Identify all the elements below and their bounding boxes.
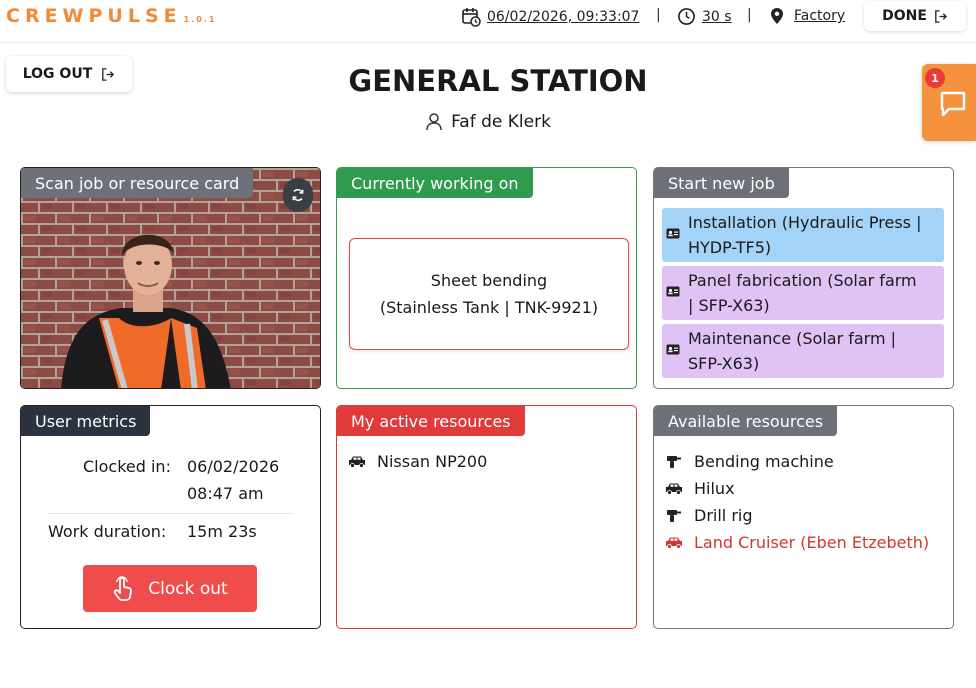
clock-out-button[interactable]: Clock out xyxy=(83,565,257,612)
job-item[interactable]: Panel fabrication (Solar farm | SFP-X63) xyxy=(662,266,944,320)
chat-bubble-icon xyxy=(940,91,966,117)
user-name: Faf de Klerk xyxy=(451,112,551,132)
clocked-in-time: 08:47 am xyxy=(187,484,264,503)
job-project: (Stainless Tank | TNK-9921) xyxy=(379,298,599,317)
refresh-interval[interactable]: 30 s xyxy=(677,7,732,26)
job-list: Installation (Hydraulic Press | HYDP-TF5… xyxy=(662,208,944,380)
resource-icon-wrap xyxy=(347,455,367,468)
job-item[interactable]: Maintenance (Solar farm | SFP-X63) xyxy=(662,324,944,378)
resource-item[interactable]: Bending machine xyxy=(664,448,929,475)
switch-camera-button[interactable] xyxy=(283,178,313,212)
resource-icon-wrap xyxy=(664,482,684,495)
location-link[interactable]: Factory xyxy=(769,7,845,25)
exit-icon xyxy=(935,9,947,23)
clock-icon xyxy=(678,8,695,25)
location-value: Factory xyxy=(794,8,846,24)
refresh-icon xyxy=(292,189,304,201)
drill-icon xyxy=(667,509,681,522)
notification-badge: 1 xyxy=(925,68,945,88)
job-item-line2: | SFP-X63) xyxy=(688,296,770,315)
job-item-text: Installation (Hydraulic Press | HYDP-TF5… xyxy=(688,210,921,260)
separator: | xyxy=(656,7,661,23)
resource-icon-wrap xyxy=(664,536,684,549)
page-title: GENERAL STATION xyxy=(348,64,648,98)
current-job-panel: Currently working on Sheet bending (Stai… xyxy=(336,167,637,389)
job-name: Sheet bending xyxy=(430,271,548,290)
job-item-line1: Maintenance (Solar farm | xyxy=(688,329,897,348)
resource-label: Drill rig xyxy=(694,506,753,525)
resource-icon-wrap xyxy=(664,454,684,470)
clock-out-label: Clock out xyxy=(148,578,228,599)
job-item-text: Panel fabrication (Solar farm | SFP-X63) xyxy=(688,268,917,318)
current-job-card[interactable]: Sheet bending (Stainless Tank | TNK-9921… xyxy=(349,238,629,350)
datetime-value: 06/02/2026, 09:33:07 xyxy=(487,9,640,25)
job-item-text: Maintenance (Solar farm | SFP-X63) xyxy=(688,326,896,376)
work-duration-label: Work duration: xyxy=(48,522,167,541)
id-card-icon xyxy=(666,228,680,239)
app-version: 1.0.1 xyxy=(183,15,217,24)
drill-icon xyxy=(667,455,681,468)
scan-panel-title: Scan job or resource card xyxy=(21,168,254,198)
separator: | xyxy=(747,7,752,23)
work-duration-value: 15m 23s xyxy=(187,522,257,541)
available-resource-list: Bending machine Hilux Drill rig Land Cru… xyxy=(664,448,929,556)
resource-item[interactable]: Hilux xyxy=(664,475,929,502)
clocked-in-date: 06/02/2026 xyxy=(187,457,280,476)
refresh-value: 30 s xyxy=(702,8,732,25)
job-item-line1: Panel fabrication (Solar farm xyxy=(688,271,917,290)
resource-label: Hilux xyxy=(694,479,735,498)
hand-pointer-icon xyxy=(114,575,133,601)
job-item-line2: HYDP-TF5) xyxy=(688,238,772,257)
id-card-icon xyxy=(666,344,680,355)
active-resource-list: Nissan NP200 xyxy=(347,448,487,475)
app-logo: CREWPULSE 1.0.1 xyxy=(6,5,216,27)
current-user: Faf de Klerk xyxy=(0,112,976,132)
resource-item[interactable]: Drill rig xyxy=(664,502,929,529)
user-icon xyxy=(426,113,442,131)
resource-label: Nissan NP200 xyxy=(377,452,488,471)
top-bar: CREWPULSE 1.0.1 06/02/2026, 09:33:07 | 30… xyxy=(0,0,976,43)
resource-item-in-use[interactable]: Land Cruiser (Eben Etzebeth) xyxy=(664,529,929,556)
active-resources-panel-title: My active resources xyxy=(337,406,525,436)
car-icon xyxy=(349,456,365,468)
available-resources-panel: Available resources Bending machine Hilu… xyxy=(653,405,954,629)
start-job-panel-title: Start new job xyxy=(654,168,789,198)
user-metrics-panel: User metrics Clocked in: 06/02/2026 08:4… xyxy=(20,405,321,629)
scan-panel: Scan job or resource card xyxy=(20,167,321,389)
job-item[interactable]: Installation (Hydraulic Press | HYDP-TF5… xyxy=(662,208,944,262)
logo-text: CREWPULSE xyxy=(6,5,182,27)
job-item-line1: Installation (Hydraulic Press | xyxy=(688,213,922,232)
user-metrics-panel-title: User metrics xyxy=(21,406,151,436)
datetime-display[interactable]: 06/02/2026, 09:33:07 xyxy=(461,7,639,27)
location-pin-icon xyxy=(771,8,783,24)
car-icon xyxy=(666,483,682,495)
done-label: DONE xyxy=(882,8,927,24)
car-icon xyxy=(666,537,682,549)
resource-label: Land Cruiser (Eben Etzebeth) xyxy=(694,533,930,552)
active-resources-panel: My active resources Nissan NP200 xyxy=(336,405,637,629)
id-card-icon xyxy=(666,286,680,297)
current-job-panel-title: Currently working on xyxy=(337,168,533,198)
resource-item[interactable]: Nissan NP200 xyxy=(347,448,487,475)
done-button[interactable]: DONE xyxy=(864,1,966,31)
job-item-line2: SFP-X63) xyxy=(688,354,760,373)
start-job-panel: Start new job Installation (Hydraulic Pr… xyxy=(653,167,954,389)
clocked-in-label: Clocked in: xyxy=(83,457,171,476)
resource-label: Bending machine xyxy=(694,452,834,471)
available-resources-panel-title: Available resources xyxy=(654,406,838,436)
calendar-clock-icon xyxy=(462,8,481,27)
camera-preview xyxy=(21,168,320,388)
resource-icon-wrap xyxy=(664,508,684,524)
divider xyxy=(49,513,293,514)
